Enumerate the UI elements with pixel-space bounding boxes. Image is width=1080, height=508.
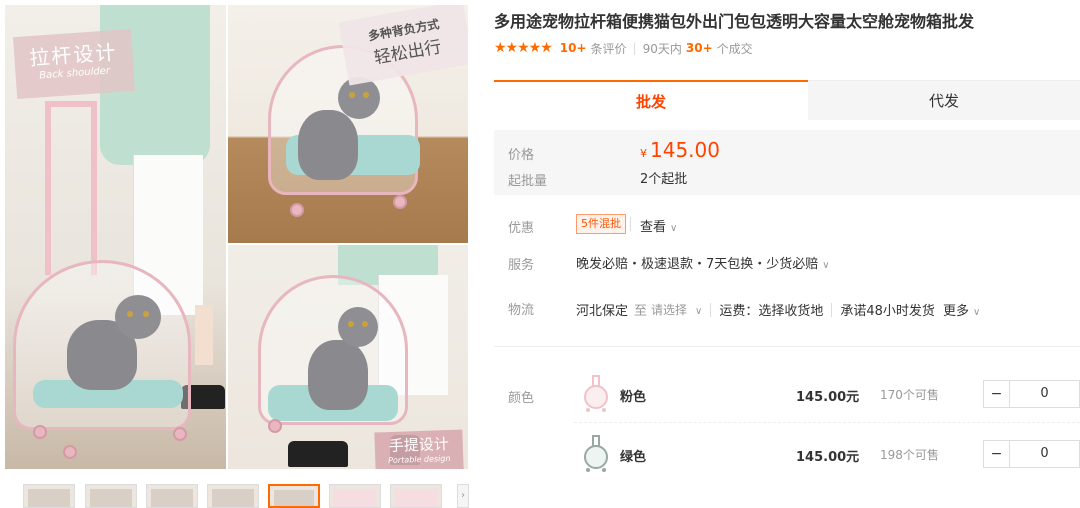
thumbnail-active[interactable] — [268, 484, 320, 508]
ship-promise: 承诺48小时发货 — [840, 304, 935, 319]
wheel — [173, 427, 187, 441]
review-label[interactable]: 条评价 — [591, 40, 627, 57]
wheel — [63, 445, 77, 459]
product-gallery: 拉杆设计 Back shoulder 多种背负方式 轻松出行 手提设计 Port… — [0, 0, 475, 508]
price: ¥145.00 — [640, 138, 720, 162]
currency-symbol: ¥ — [640, 147, 647, 160]
logistics-label: 物流 — [508, 303, 535, 318]
price-value: 145.00 — [650, 138, 720, 162]
moq-value: 2个起批 — [640, 172, 688, 187]
cat-body — [298, 110, 358, 180]
tab-wholesale[interactable]: 批发 — [494, 80, 808, 120]
feature-tag-title: 手提设计 — [388, 434, 450, 456]
quantity-input[interactable]: 0 — [1010, 381, 1079, 407]
thumbnail-next-arrow[interactable]: › — [457, 484, 469, 508]
sku-stock: 170个可售 — [880, 388, 939, 402]
wheel — [33, 425, 47, 439]
trolley-handle-left — [45, 105, 51, 275]
thumbnail[interactable] — [23, 484, 75, 508]
sku-price: 145.00元 — [796, 450, 860, 465]
separator — [831, 302, 833, 317]
minus-icon[interactable]: − — [984, 441, 1010, 467]
destination-select[interactable]: 请选择 ∨ — [651, 301, 702, 318]
sales-period: 90天内 — [642, 41, 682, 56]
tab-dropship[interactable]: 代发 — [808, 80, 1080, 120]
thumbnail[interactable] — [390, 484, 442, 508]
price-box: 价格 ¥145.00 起批量 2个起批 — [494, 130, 1080, 195]
product-title: 多用途宠物拉杆箱便携猫包外出门包包透明大容量太空舱宠物箱批发 — [494, 12, 975, 31]
sku-area: 颜色 粉色 145.00元 170个可售 − 0 绿色 145.00元 198个… — [494, 346, 1080, 508]
service-dropdown[interactable]: 晚发必赔・极速退款・7天包换・少货必赔 ∨ — [576, 253, 830, 272]
sku-row: 绿色 145.00元 198个可售 − 0 — [574, 425, 1080, 483]
feature-tag-subtitle: Portable design — [387, 453, 451, 466]
color-label: 颜色 — [508, 391, 535, 406]
wheel — [393, 195, 407, 209]
rating-stars-icon: ★★★★★ — [494, 40, 553, 56]
main-product-image[interactable]: 拉杆设计 Back shoulder 多种背负方式 轻松出行 手提设计 Port… — [5, 5, 468, 469]
moq-label: 起批量 — [508, 174, 548, 189]
chevron-down-icon: ∨ — [972, 307, 981, 318]
feature-tag-trolley: 拉杆设计 Back shoulder — [12, 28, 136, 100]
cat-head — [338, 307, 378, 347]
more-logistics[interactable]: 更多 ∨ — [943, 300, 980, 319]
quantity-stepper: − 0 — [983, 380, 1080, 408]
destination-placeholder: 请选择 — [651, 303, 688, 317]
review-count[interactable]: 10+ — [560, 41, 587, 55]
quantity-input[interactable]: 0 — [1010, 441, 1079, 467]
rating-row: ★★★★★ 10+ 条评价 | 90天内 30+ 个成交 — [494, 40, 753, 56]
thumbnail[interactable] — [207, 484, 259, 508]
trolley-handle-right — [91, 105, 97, 275]
promo-view-label: 查看 — [640, 220, 667, 235]
shoe-shape — [288, 441, 348, 467]
quantity-stepper: − 0 — [983, 440, 1080, 468]
promo-view-link[interactable]: 查看 ∨ — [629, 216, 678, 235]
sku-name: 绿色 — [620, 450, 647, 465]
thumbnail[interactable] — [329, 484, 381, 508]
leg-shape — [195, 305, 213, 365]
sku-price: 145.00元 — [796, 390, 860, 405]
sku-name: 粉色 — [620, 390, 647, 405]
separator — [710, 302, 712, 317]
chevron-down-icon: ∨ — [670, 223, 678, 234]
trolley-grip — [45, 101, 97, 107]
chevron-down-icon: ∨ — [822, 260, 830, 271]
promo-label: 优惠 — [508, 221, 535, 236]
ship-origin: 河北保定 — [576, 304, 629, 319]
promo-tag: 5件混批 — [576, 214, 626, 234]
pink-case-thumbnail-icon — [584, 375, 608, 412]
feature-tag-portable: 手提设计 Portable design — [374, 429, 464, 469]
purchase-mode-tabs: 批发 代发 — [494, 80, 1080, 120]
price-label: 价格 — [508, 148, 535, 163]
thumbnail-strip: › — [5, 484, 469, 508]
sales-count: 30+ — [685, 41, 713, 55]
wheel — [268, 419, 282, 433]
more-label: 更多 — [942, 304, 969, 319]
thumbnail[interactable] — [146, 484, 198, 508]
thumbnail[interactable] — [85, 484, 137, 508]
minus-icon[interactable]: − — [984, 381, 1010, 407]
sku-row: 粉色 145.00元 170个可售 − 0 — [574, 365, 1080, 423]
wheel — [290, 203, 304, 217]
service-text: 晚发必赔・极速退款・7天包换・少货必赔 — [576, 257, 819, 272]
chevron-down-icon: ∨ — [695, 306, 703, 317]
ship-to-label: 至 — [634, 304, 648, 319]
service-label: 服务 — [508, 258, 535, 273]
sku-stock: 198个可售 — [880, 448, 939, 462]
separator: | — [632, 41, 637, 55]
logistics-row: 河北保定 至 请选择 ∨ 运费：选择收货地 承诺48小时发货 更多 ∨ — [576, 300, 980, 319]
cat-head — [115, 295, 161, 339]
freight-text: 运费：选择收货地 — [719, 304, 824, 319]
green-case-thumbnail-icon — [584, 435, 608, 472]
cat-body — [308, 340, 368, 410]
sales-label: 个成交 — [716, 41, 753, 56]
